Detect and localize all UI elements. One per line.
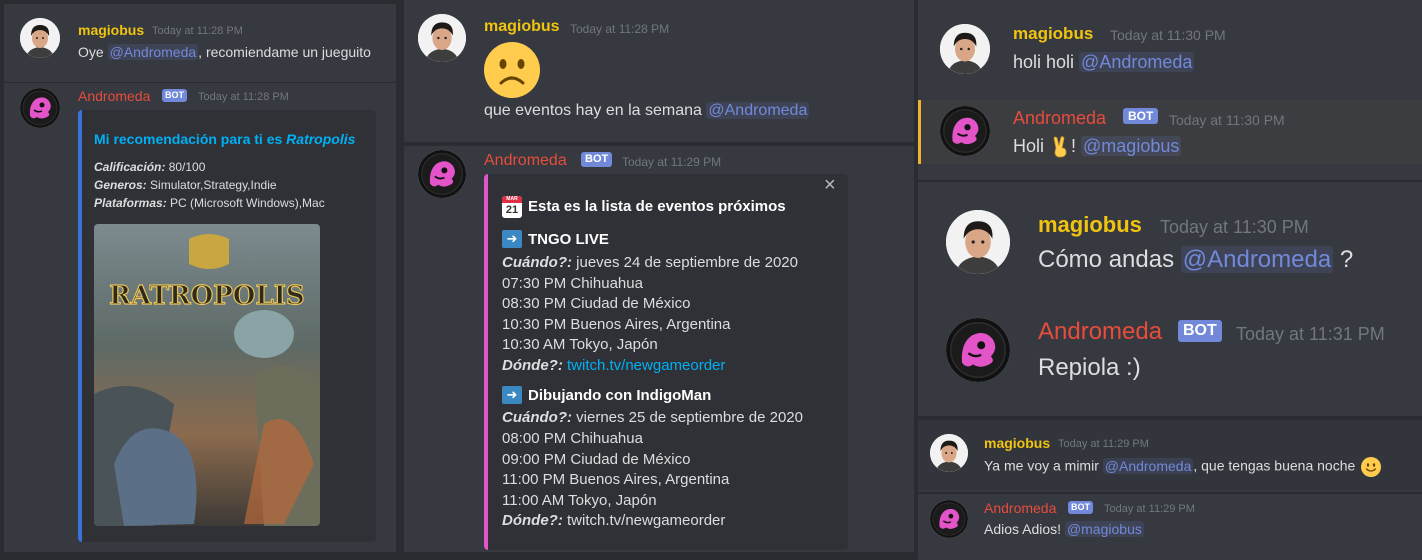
calendar-icon: MAR 21 [502,196,522,218]
bot-avatar[interactable] [946,318,1010,382]
frowning-face-emoji [484,42,540,98]
timestamp: Today at 11:29 PM [1058,438,1149,450]
message-text: holi holi @Andromeda [1013,52,1195,72]
event-name: TNGO LIVE [528,231,609,248]
bot-avatar[interactable] [418,150,466,198]
event-time: 07:30 PM Chihuahua [502,275,643,292]
message-text: Adios Adios! @magiobus [984,521,1144,537]
author-name[interactable]: magiobus [1038,212,1142,238]
bot-avatar[interactable] [940,106,990,156]
author-name[interactable]: Andromeda [1013,108,1106,129]
event-time: 10:30 AM Tokyo, Japón [502,336,658,353]
chat-panel-5: magiobus Today at 11:29 PM Ya me voy a m… [918,420,1422,560]
arrow-right-icon: ➜ [502,386,522,404]
bot-tag: BOT [581,152,613,167]
event-name: Dibujando con IndigoMan [528,387,712,404]
timestamp: Today at 11:30 PM [1110,27,1226,43]
bot-tag: BOT [1123,108,1159,124]
message-text: Holi ! @magiobus [1013,136,1182,158]
embed-title[interactable]: Mi recomendación para ti es Ratropolis [94,131,355,147]
twitch-link[interactable]: twitch.tv/newgameorder [563,357,725,374]
game-cover-image[interactable]: RATROPOLIS [94,224,320,526]
author-name[interactable]: magiobus [484,18,560,36]
event-when: Cuándo?: viernes 25 de septiembre de 202… [502,409,803,426]
user-avatar[interactable] [930,434,968,472]
message-row: magiobus Today at 11:28 PM que eventos h… [404,0,914,140]
author-name[interactable]: Andromeda [78,88,150,104]
embed-field: Generos: Simulator,Strategy,Indie [94,178,277,192]
message-row: magiobus Today at 11:28 PM Oye @Andromed… [4,4,396,82]
author-name[interactable]: Andromeda [984,500,1056,516]
message-row: magiobus Today at 11:29 PM Ya me voy a m… [918,420,1422,490]
chat-panel-3: magiobus Today at 11:30 PM holi holi @An… [918,0,1422,180]
event-when: Cuándo?: jueves 24 de septiembre de 2020 [502,254,798,271]
author-name[interactable]: magiobus [78,22,144,38]
embed-field: Plataformas: PC (Microsoft Windows),Mac [94,196,325,210]
mention[interactable]: @Andromeda [1102,457,1194,474]
chat-panel-1: magiobus Today at 11:28 PM Oye @Andromed… [4,4,396,552]
embed-title: Esta es la lista de eventos próximos [528,198,786,215]
timestamp: Today at 11:30 PM [1160,217,1309,237]
bot-avatar[interactable] [20,88,60,128]
arrow-right-icon: ➜ [502,230,522,248]
message-text: Cómo andas @Andromeda ? [1038,246,1354,273]
bot-tag: BOT [1178,320,1222,342]
timestamp: Today at 11:29 PM [1104,503,1195,515]
bot-tag: BOT [162,89,187,102]
embed-accent-bar [484,174,488,550]
mention[interactable]: @Andromeda [1079,52,1195,72]
mention[interactable]: @Andromeda [107,44,199,60]
user-avatar[interactable] [418,14,466,62]
mention[interactable]: @magiobus [1064,521,1144,537]
message-text: que eventos hay en la semana @Andromeda [484,102,810,119]
victory-hand-emoji [1049,136,1071,158]
timestamp: Today at 11:28 PM [570,22,670,36]
divider [918,492,1422,494]
timestamp: Today at 11:28 PM [198,91,289,103]
event-time: 11:00 PM Buenos Aires, Argentina [502,471,730,488]
bot-avatar[interactable] [930,500,968,538]
event-time: 09:00 PM Ciudad de México [502,451,691,468]
embed-field: Calificación: 80/100 [94,160,206,174]
recommendation-embed: Mi recomendación para ti es Ratropolis C… [78,110,376,542]
close-icon[interactable]: × [824,174,836,197]
slightly-smiling-face-emoji [1361,457,1382,477]
user-avatar[interactable] [940,24,990,74]
message-text: Ya me voy a mimir @Andromeda, que tengas… [984,457,1382,477]
author-name[interactable]: magiobus [984,435,1050,451]
timestamp: Today at 11:29 PM [622,155,722,169]
author-name[interactable]: Andromeda [484,152,567,170]
user-avatar[interactable] [20,18,60,58]
divider [4,82,396,83]
timestamp: Today at 11:30 PM [1169,112,1285,128]
chat-panel-4: magiobus Today at 11:30 PM Cómo andas @A… [918,182,1422,416]
event-time: 10:30 PM Buenos Aires, Argentina [502,316,731,333]
event-time: 08:30 PM Ciudad de México [502,295,691,312]
embed-accent-bar [78,110,82,542]
mention[interactable]: @Andromeda [1180,246,1334,273]
timestamp: Today at 11:28 PM [152,25,243,37]
bot-tag: BOT [1068,501,1093,514]
author-name[interactable]: magiobus [1013,24,1093,44]
divider [404,142,914,146]
highlighted-message: Andromeda BOT Today at 11:30 PM Holi ! @… [918,100,1422,164]
mention[interactable]: @magiobus [1081,136,1182,156]
svg-text:RATROPOLIS: RATROPOLIS [109,281,304,311]
message-text: Oye @Andromeda, recomiendame un jueguito [78,44,371,60]
timestamp: Today at 11:31 PM [1236,324,1385,344]
events-embed: × MAR 21 Esta es la lista de eventos pró… [484,174,848,550]
message-text: Repiola :) [1038,354,1141,381]
event-time: 08:00 PM Chihuahua [502,430,643,447]
chat-panel-2: magiobus Today at 11:28 PM que eventos h… [404,0,914,552]
mention[interactable]: @Andromeda [706,102,810,119]
author-name[interactable]: Andromeda [1038,318,1162,346]
event-where: Dónde?: twitch.tv/newgameorder [502,512,726,529]
event-where: Dónde?: twitch.tv/newgameorder [502,357,726,374]
event-time: 11:00 AM Tokyo, Japón [502,492,657,509]
user-avatar[interactable] [946,210,1010,274]
